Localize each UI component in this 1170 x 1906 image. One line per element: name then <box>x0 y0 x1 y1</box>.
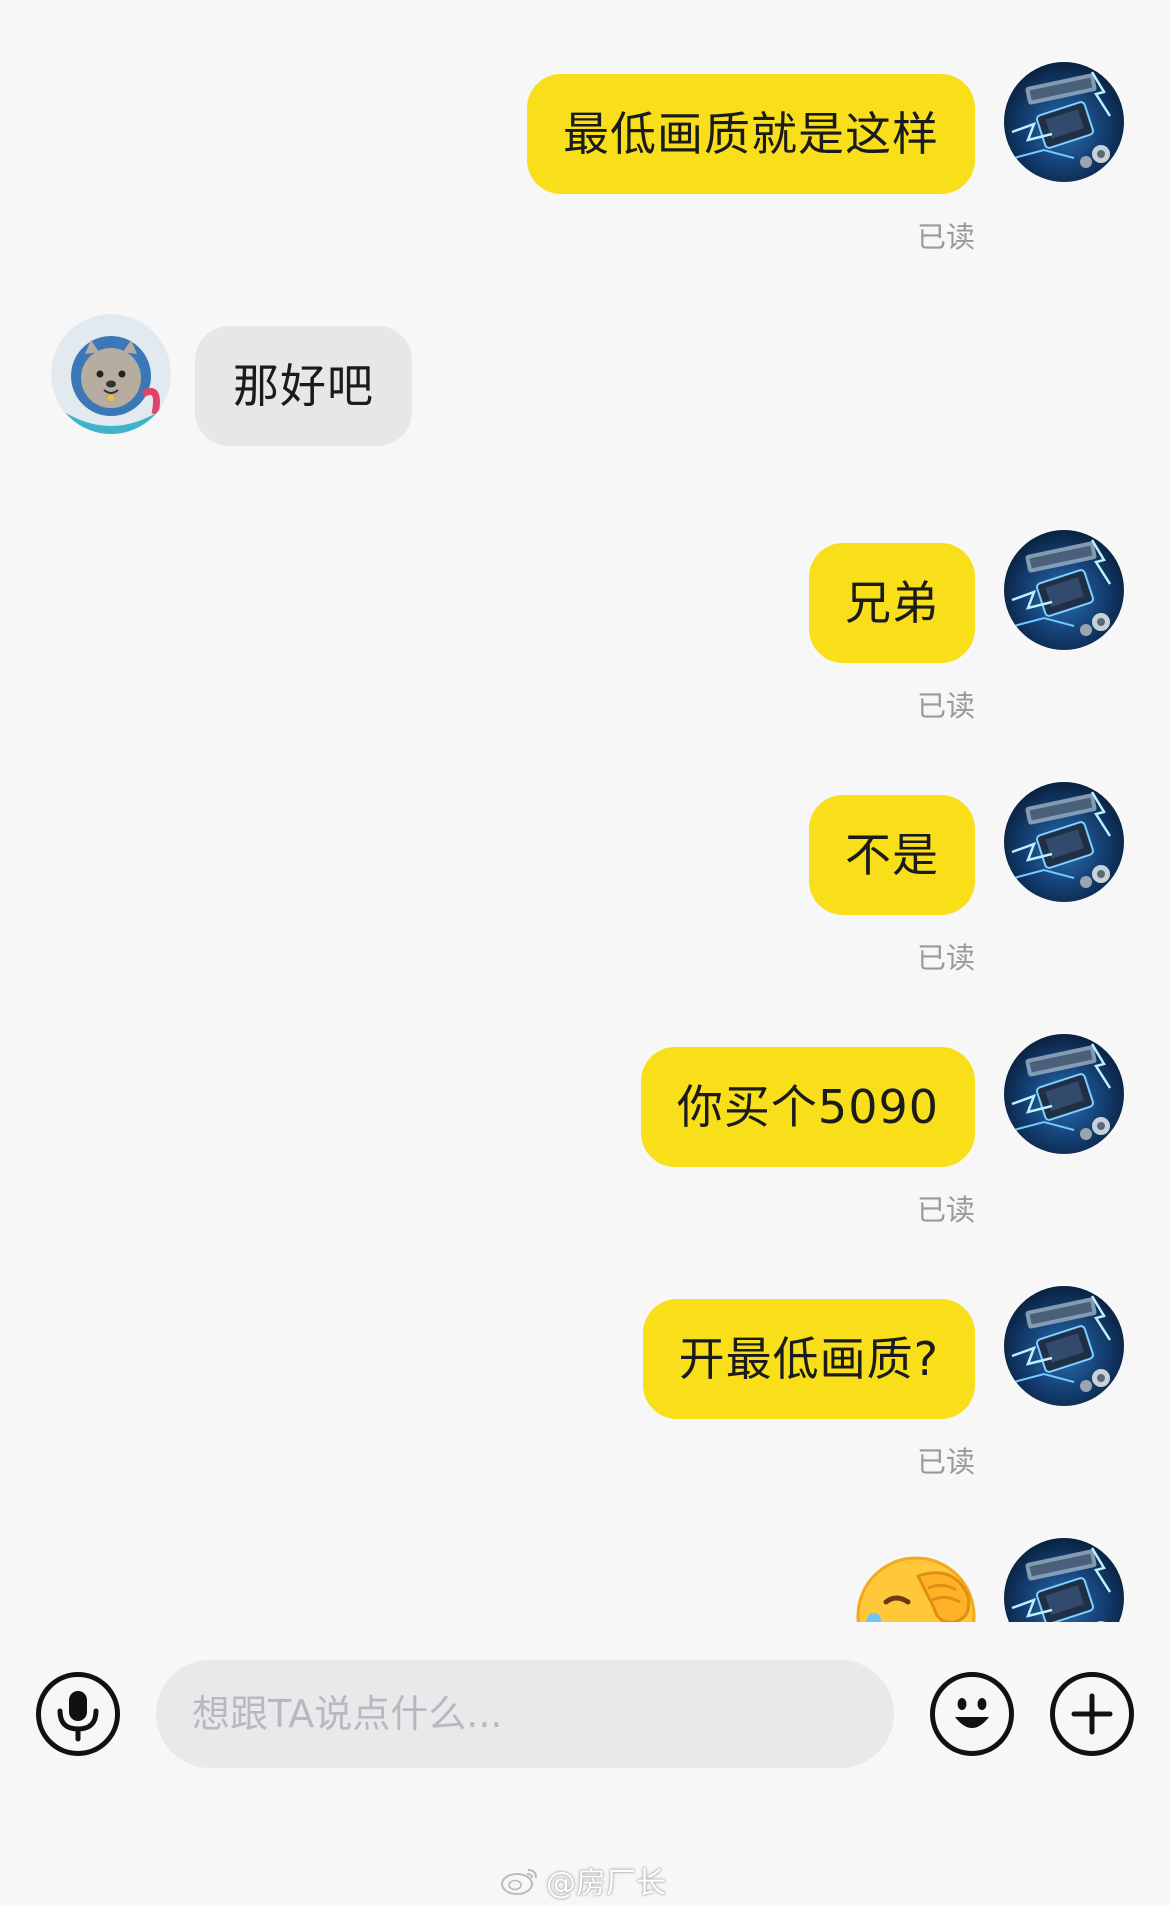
tech-avatar-image <box>1004 530 1124 650</box>
read-status: 已读 <box>916 941 975 975</box>
my-avatar[interactable] <box>1004 782 1124 902</box>
microphone-icon <box>57 1691 99 1742</box>
my-message-bubble[interactable]: 不是 <box>809 795 975 915</box>
voice-button[interactable] <box>36 1672 120 1756</box>
tech-avatar-image <box>1004 62 1124 182</box>
my-avatar[interactable] <box>1004 1538 1124 1622</box>
read-status: 已读 <box>916 1445 975 1479</box>
watermark: @房厂长 <box>500 1858 666 1902</box>
my-avatar[interactable] <box>1004 1034 1124 1154</box>
contact-avatar[interactable] <box>51 314 171 434</box>
tech-avatar-image <box>1004 1538 1124 1622</box>
plus-icon <box>1071 1693 1113 1735</box>
read-status: 已读 <box>916 689 975 723</box>
watermark-text: @房厂长 <box>546 1866 666 1901</box>
tech-avatar-image <box>1004 1286 1124 1406</box>
tech-avatar-image <box>1004 1034 1124 1154</box>
weibo-logo-icon <box>501 1869 537 1895</box>
read-status: 已读 <box>916 220 975 254</box>
my-message-bubble[interactable]: 你买个5090 <box>640 1047 975 1167</box>
my-avatar[interactable] <box>1004 62 1124 182</box>
smile-icon <box>955 1698 989 1728</box>
my-message-bubble[interactable]: 最低画质就是这样 <box>527 74 975 194</box>
otter-avatar-image <box>51 314 171 434</box>
message-input[interactable] <box>156 1660 894 1768</box>
input-bar <box>0 1622 1170 1802</box>
emoji-button[interactable] <box>930 1672 1014 1756</box>
my-avatar[interactable] <box>1004 530 1124 650</box>
my-avatar[interactable] <box>1004 1286 1124 1406</box>
face-palm-crying-emoji[interactable] <box>856 1556 976 1622</box>
more-button[interactable] <box>1050 1672 1134 1756</box>
read-status: 已读 <box>916 1193 975 1227</box>
chat-message-list[interactable]: 最低画质就是这样 已读 那好吧 兄弟 已读 不是 已读 你买个5090 已读 开… <box>0 0 1170 1622</box>
contact-message-bubble[interactable]: 那好吧 <box>195 326 412 446</box>
my-message-bubble[interactable]: 兄弟 <box>809 543 975 663</box>
my-message-bubble[interactable]: 开最低画质? <box>642 1299 975 1419</box>
tech-avatar-image <box>1004 782 1124 902</box>
